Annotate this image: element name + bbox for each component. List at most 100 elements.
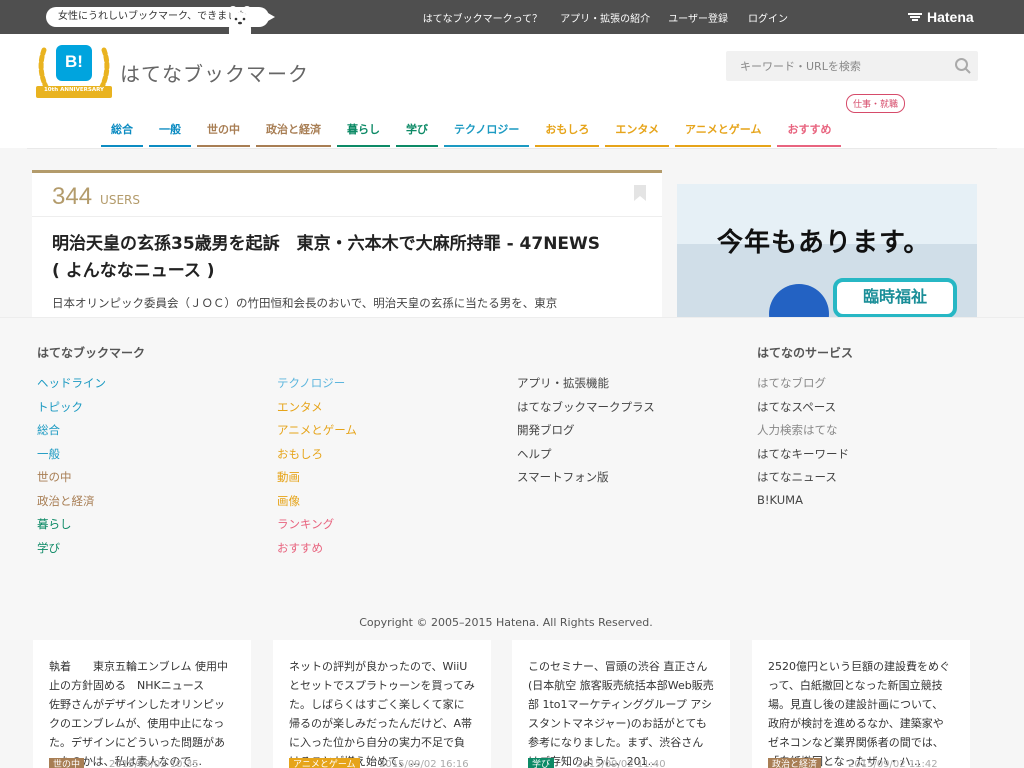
category-tab[interactable]: 暮らし bbox=[337, 117, 390, 147]
site-title[interactable]: はてなブックマーク bbox=[120, 58, 309, 87]
category-underline bbox=[197, 145, 250, 147]
category-tab[interactable]: 一般 bbox=[149, 117, 191, 147]
footer-link[interactable]: はてなキーワード bbox=[757, 446, 849, 470]
footer-link[interactable]: 開発ブログ bbox=[517, 422, 655, 446]
ad-sign: 臨時福祉 bbox=[833, 278, 957, 318]
bookmark-icon[interactable] bbox=[634, 185, 646, 201]
footer-link[interactable]: テクノロジー bbox=[277, 375, 357, 399]
category-tab[interactable]: 世の中 bbox=[197, 117, 250, 147]
footer-link[interactable]: はてなスペース bbox=[757, 399, 849, 423]
category-tab-label: 総合 bbox=[111, 123, 133, 136]
job-badge[interactable]: 仕事・就職 bbox=[846, 94, 906, 113]
category-underline bbox=[337, 145, 390, 147]
footer-link[interactable]: B!KUMA bbox=[757, 493, 849, 517]
footer-link[interactable]: エンタメ bbox=[277, 399, 357, 423]
category-underline bbox=[444, 145, 530, 147]
search-icon[interactable] bbox=[954, 57, 972, 75]
entry-card-text: 執着 東京五輪エンブレム 使用中止の方針固める NHKニュース 佐野さんがデザイ… bbox=[49, 660, 228, 768]
apps-link[interactable]: アプリ・拡張の紹介 bbox=[560, 10, 650, 25]
category-tab-label: 学び bbox=[406, 123, 428, 136]
footer-link[interactable]: ランキング bbox=[277, 516, 357, 540]
users-label: USERS bbox=[100, 193, 140, 207]
category-tag[interactable]: 政治と経済 bbox=[768, 758, 822, 768]
copyright: Copyright © 2005–2015 Hatena. All Rights… bbox=[359, 616, 653, 629]
entry-card[interactable]: 2520億円という巨額の建設費をめぐって、白紙撤回となった新国立競技場。見直し後… bbox=[752, 640, 970, 768]
category-underline bbox=[101, 145, 143, 147]
login-link[interactable]: ログイン bbox=[748, 10, 788, 25]
category-tab[interactable]: アニメとゲーム bbox=[675, 117, 772, 147]
hatena-bird-icon bbox=[908, 13, 922, 21]
category-tab-label: 政治と経済 bbox=[266, 123, 321, 136]
footer-link[interactable]: 政治と経済 bbox=[37, 493, 106, 517]
category-tab[interactable]: おもしろ bbox=[535, 117, 600, 147]
category-underline bbox=[396, 145, 438, 147]
entry-card[interactable]: 執着 東京五輪エンブレム 使用中止の方針固める NHKニュース 佐野さんがデザイ… bbox=[33, 640, 251, 768]
search-box bbox=[726, 51, 978, 81]
footer-link[interactable]: ヘルプ bbox=[517, 446, 655, 470]
category-tab-label: おすすめ bbox=[787, 123, 832, 136]
category-tag[interactable]: 世の中 bbox=[49, 758, 85, 768]
users-count[interactable]: 344 USERS bbox=[52, 183, 140, 211]
category-underline bbox=[675, 145, 772, 147]
footer-link[interactable]: スマートフォン版 bbox=[517, 469, 655, 493]
entry-headline[interactable]: 明治天皇の玄孫35歳男を起訴 東京・六本木で大麻所持罪 - 47NEWS ( よ… bbox=[52, 231, 612, 285]
entry-card[interactable]: このセミナー、冒頭の渋谷 直正さん(日本航空 旅客販売統括本部Web販売部 1t… bbox=[512, 640, 730, 768]
category-tab-label: 一般 bbox=[159, 123, 181, 136]
category-tab[interactable]: おすすめ bbox=[777, 117, 842, 147]
brand-logo[interactable]: B! 10th ANNIVERSARY bbox=[34, 42, 114, 102]
search-input[interactable] bbox=[726, 51, 946, 81]
bear-mascot-icon[interactable] bbox=[226, 3, 254, 34]
footer-link[interactable]: ヘッドライン bbox=[37, 375, 106, 399]
category-tab-label: エンタメ bbox=[615, 123, 660, 136]
entry-summary: 日本オリンピック委員会（ＪＯＣ）の竹田恒和会長のおいで、明治天皇の玄孫に当たる男… bbox=[52, 296, 558, 310]
card-divider bbox=[32, 216, 662, 217]
footer-link[interactable]: 一般 bbox=[37, 446, 106, 470]
footer-link[interactable]: はてなブックマークプラス bbox=[517, 399, 655, 423]
footer-column-categories: ヘッドライン トピック 総合 一般 世の中 政治と経済 暮らし 学び bbox=[37, 375, 106, 563]
footer-link[interactable]: はてなニュース bbox=[757, 469, 849, 493]
category-tag[interactable]: アニメとゲーム bbox=[289, 758, 360, 768]
footer-link[interactable]: おもしろ bbox=[277, 446, 357, 470]
hatena-logo-text: Hatena bbox=[927, 9, 974, 25]
top-nav: はてなブックマークって？ アプリ・拡張の紹介 ユーザー登録 ログイン bbox=[423, 0, 788, 34]
category-tab-label: テクノロジー bbox=[454, 123, 520, 136]
footer-link[interactable]: おすすめ bbox=[277, 540, 357, 564]
category-underline bbox=[777, 145, 842, 147]
footer-link[interactable]: 世の中 bbox=[37, 469, 106, 493]
users-number: 344 bbox=[52, 183, 93, 210]
entry-date: 2015/09/02 11:40 bbox=[576, 759, 666, 768]
category-underline bbox=[256, 145, 331, 147]
header-divider bbox=[27, 148, 997, 149]
category-tag[interactable]: 学び bbox=[528, 758, 555, 768]
footer-link[interactable]: 学び bbox=[37, 540, 106, 564]
category-underline bbox=[149, 145, 191, 147]
anniversary-text: 10th ANNIVERSARY bbox=[43, 87, 104, 93]
footer-link[interactable]: アプリ・拡張機能 bbox=[517, 375, 655, 399]
global-header: 女性にうれしいブックマーク、できました はてなブックマークって？ アプリ・拡張の… bbox=[0, 0, 1024, 34]
register-link[interactable]: ユーザー登録 bbox=[668, 10, 728, 25]
footer-link[interactable]: アニメとゲーム bbox=[277, 422, 357, 446]
site-footer: はてなブックマーク はてなのサービス ヘッドライン トピック 総合 一般 世の中 政治と経… bbox=[0, 317, 1024, 640]
ad-headline: 今年もあります。 bbox=[717, 228, 931, 258]
category-tab[interactable]: テクノロジー bbox=[444, 117, 530, 147]
footer-link[interactable]: トピック bbox=[37, 399, 106, 423]
about-link[interactable]: はてなブックマークって？ bbox=[423, 10, 543, 25]
ad-banner[interactable]: 今年もあります。 臨時福祉 bbox=[677, 184, 977, 324]
entry-card-text: 2520億円という巨額の建設費をめぐって、白紙撤回となった新国立競技場。見直し後… bbox=[768, 660, 950, 768]
category-tab[interactable]: 政治と経済 bbox=[256, 117, 331, 147]
category-tab-label: 世の中 bbox=[207, 123, 240, 136]
footer-link[interactable]: 総合 bbox=[37, 422, 106, 446]
footer-link[interactable]: 人力検索はてな bbox=[757, 422, 849, 446]
category-tab[interactable]: 学び bbox=[396, 117, 438, 147]
entry-card[interactable]: ネットの評判が良かったので、WiiUとセットでスプラトゥーンを買ってみた。しばら… bbox=[273, 640, 491, 768]
footer-column-services: はてなブログ はてなスペース 人力検索はてな はてなキーワード はてなニュース B!KUM… bbox=[757, 375, 849, 516]
category-tab[interactable]: エンタメ bbox=[605, 117, 670, 147]
footer-link[interactable]: 暮らし bbox=[37, 516, 106, 540]
hatena-logo[interactable]: Hatena bbox=[907, 8, 974, 26]
footer-link[interactable]: 画像 bbox=[277, 493, 357, 517]
footer-link[interactable]: 動画 bbox=[277, 469, 357, 493]
category-tab[interactable]: 総合 bbox=[101, 117, 143, 147]
footer-link[interactable]: はてなブログ bbox=[757, 375, 849, 399]
category-tab-label: アニメとゲーム bbox=[685, 123, 762, 136]
entry-date: 2015/09/02 10:35 bbox=[109, 759, 199, 768]
